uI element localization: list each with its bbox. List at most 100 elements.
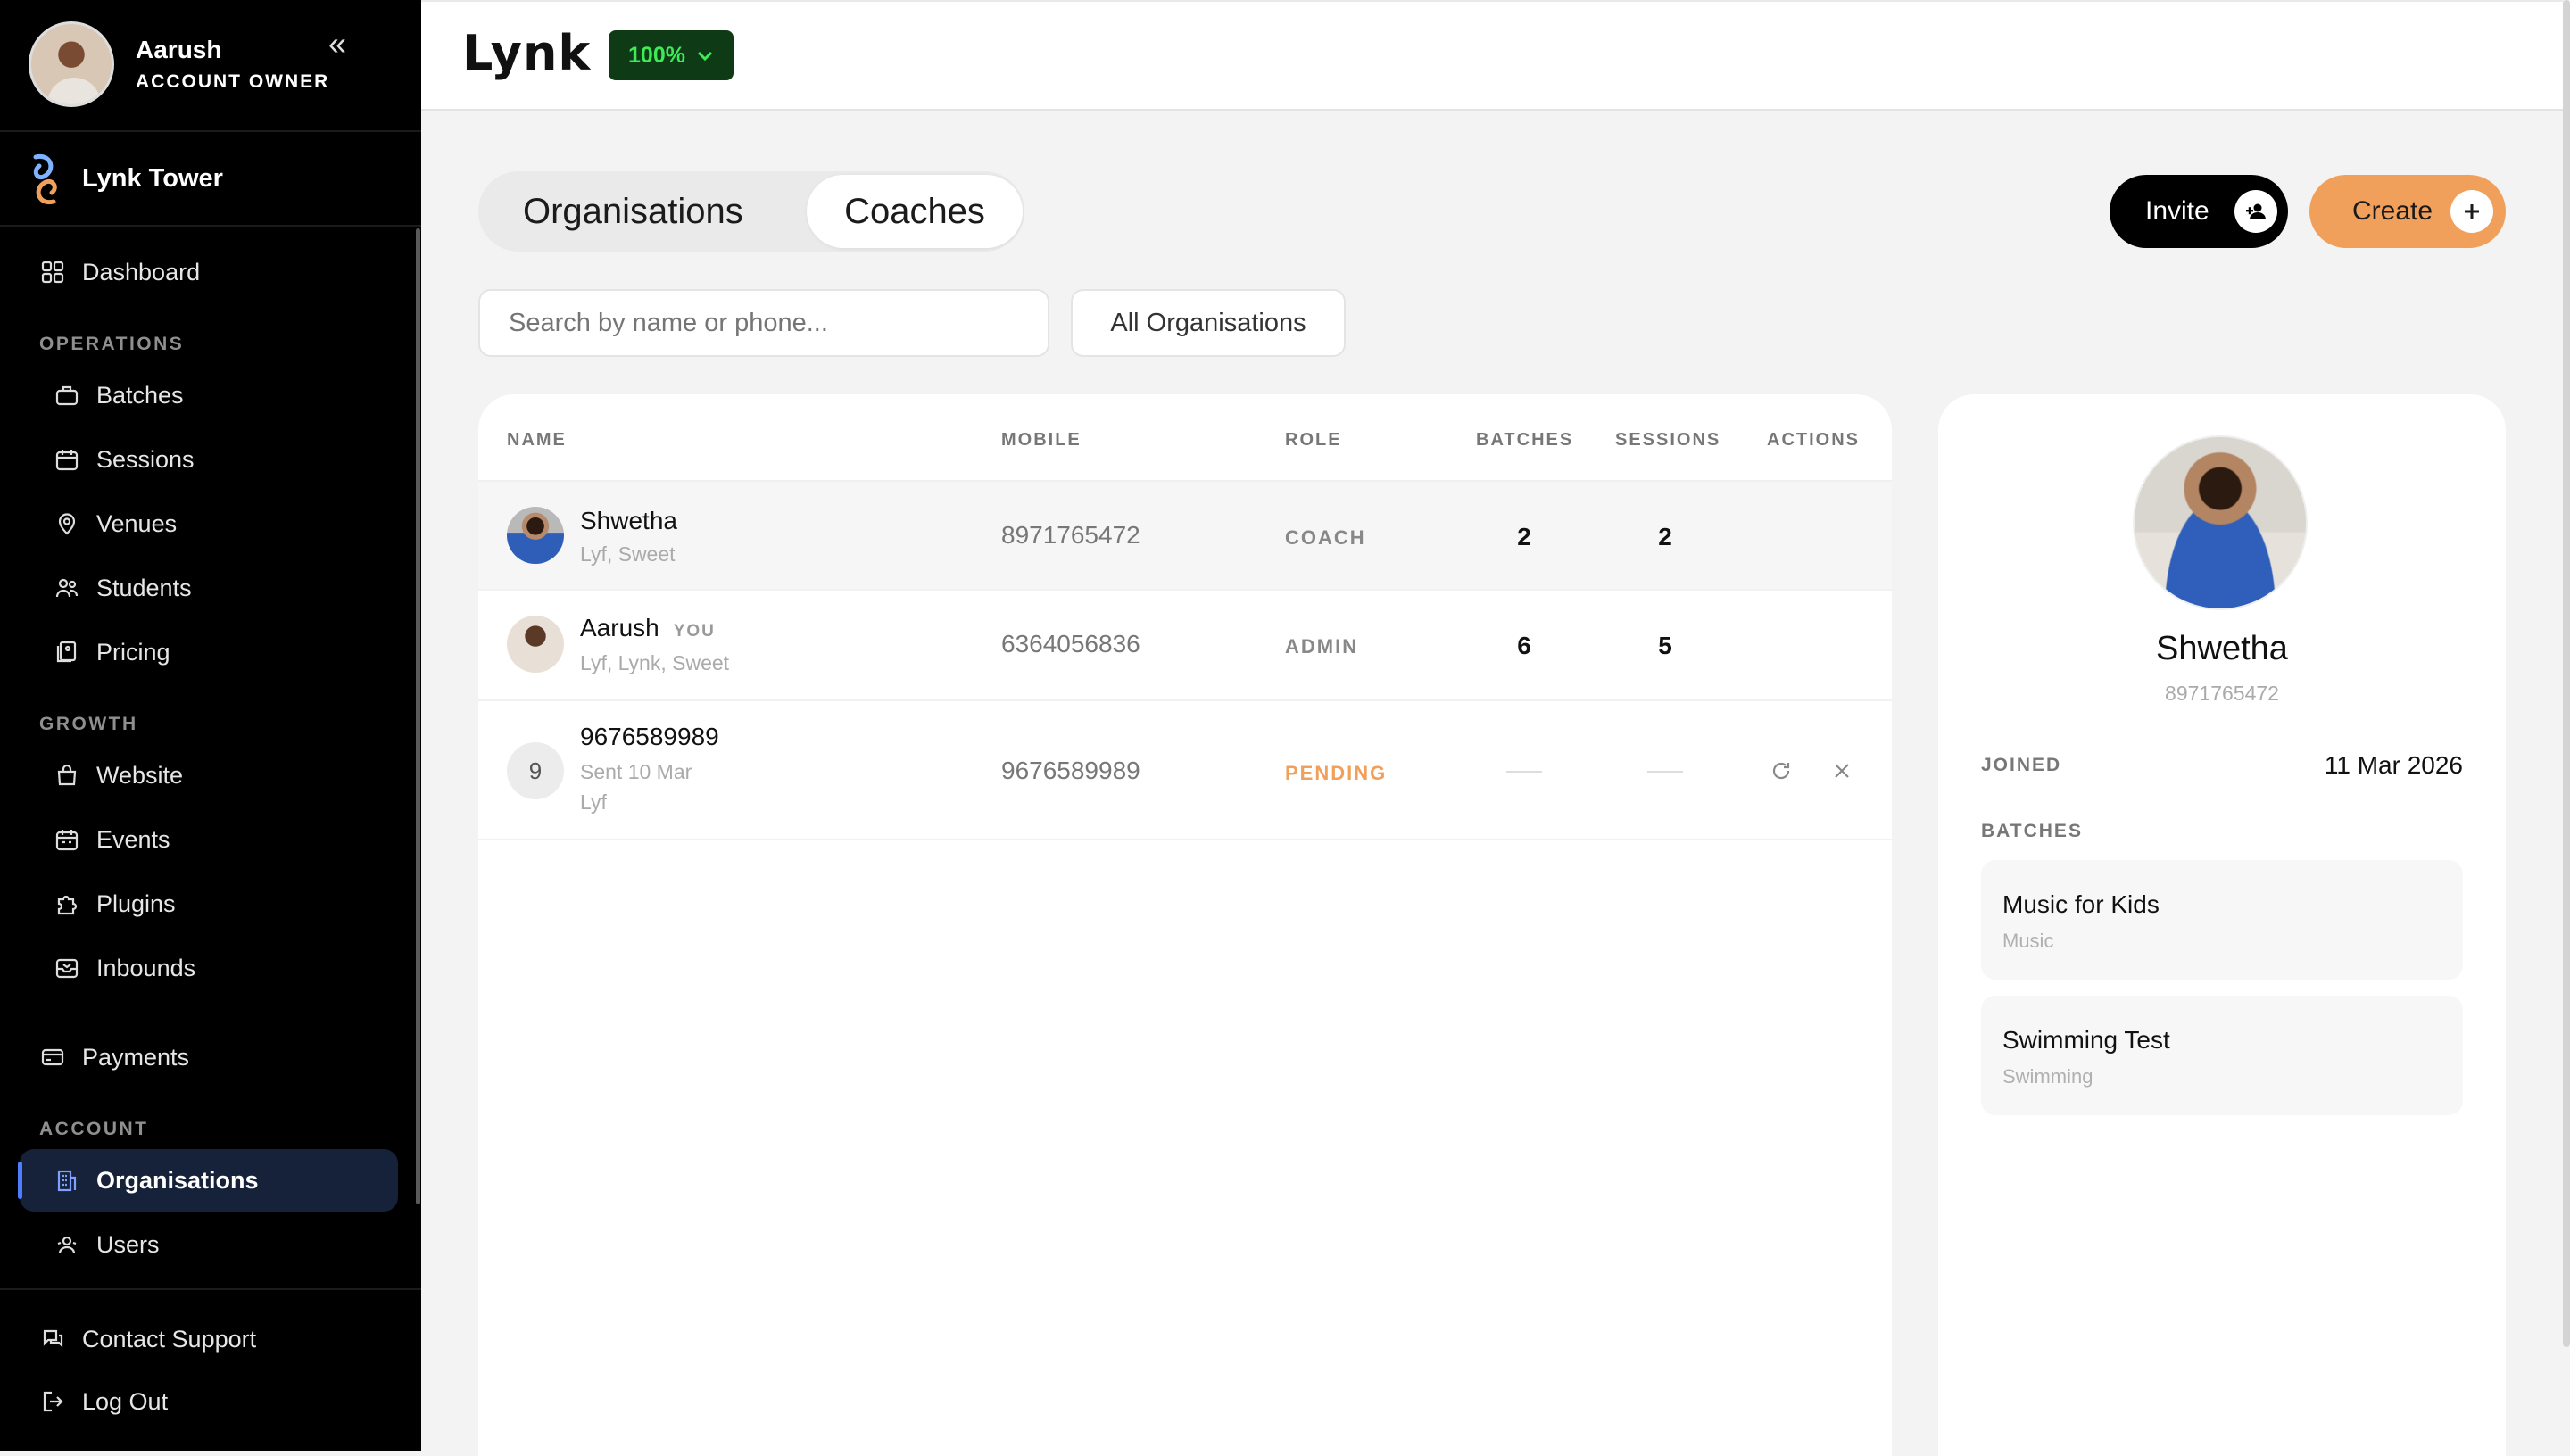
resend-icon[interactable]	[1763, 753, 1799, 789]
create-label: Create	[2352, 196, 2433, 226]
empty-batches	[1506, 771, 1542, 773]
column-header-name: NAME	[507, 430, 567, 450]
column-header-mobile: MOBILE	[1001, 430, 1082, 450]
coach-mobile: 6364056836	[1001, 630, 1140, 658]
avatar	[29, 21, 114, 107]
avatar	[507, 507, 564, 564]
briefcase-icon	[54, 382, 80, 409]
session-count: 2	[1658, 523, 1672, 550]
table-row[interactable]: Shwetha Lyf, Sweet 8971765472 COACH 2 2	[478, 482, 1892, 591]
users-icon	[54, 575, 80, 601]
location-pin-icon	[54, 510, 80, 537]
tab-label: Coaches	[844, 191, 985, 231]
table-row[interactable]: 9 9676589989 Sent 10 Mar Lyf 9676589989 …	[478, 701, 1892, 840]
coach-name: Shwetha	[580, 507, 677, 534]
calendar-event-icon	[54, 826, 80, 853]
batches-label: BATCHES	[1981, 821, 2083, 841]
tab-coaches[interactable]: Coaches	[807, 175, 1023, 248]
sidebar-item-label: Users	[96, 1230, 160, 1258]
avatar	[2133, 435, 2308, 610]
section-label-growth: GROWTH	[39, 714, 138, 734]
sidebar-item-label: Inbounds	[96, 954, 196, 981]
sidebar-item-sessions[interactable]: Sessions	[20, 428, 398, 491]
sidebar-item-contact-support[interactable]: Contact Support	[20, 1308, 398, 1370]
search-input[interactable]	[478, 289, 1049, 357]
zoom-value: 100%	[628, 42, 685, 68]
batch-count: 6	[1517, 632, 1531, 659]
collapse-sidebar-icon[interactable]: «	[328, 25, 346, 62]
section-label-account: ACCOUNT	[39, 1119, 149, 1139]
column-header-role: ROLE	[1285, 430, 1342, 450]
sidebar-item-website[interactable]: Website	[20, 744, 398, 807]
sidebar-item-label: Organisations	[96, 1166, 259, 1194]
sidebar-item-students[interactable]: Students	[20, 557, 398, 619]
column-header-batches: BATCHES	[1476, 430, 1574, 450]
sidebar-item-label: Batches	[96, 381, 184, 409]
top-bar: Lynk 100%	[421, 0, 2563, 111]
invite-phone: 9676589989	[580, 723, 719, 750]
user-role: ACCOUNT OWNER	[136, 71, 330, 92]
page-scrollbar[interactable]	[2563, 0, 2570, 1347]
sidebar-item-venues[interactable]: Venues	[20, 492, 398, 555]
you-badge: YOU	[673, 622, 716, 641]
tab-label: Organisations	[523, 191, 743, 231]
detail-name: Shwetha	[2156, 630, 2288, 667]
coach-name: Aarush	[580, 614, 659, 641]
user-profile[interactable]: Aarush ACCOUNT OWNER	[29, 21, 403, 111]
sidebar-item-label: Payments	[82, 1043, 190, 1071]
avatar-initial: 9	[507, 742, 564, 799]
inbox-icon	[54, 955, 80, 981]
zoom-dropdown[interactable]: 100%	[609, 30, 734, 80]
plus-icon	[2450, 190, 2493, 233]
batch-subtitle: Music	[2002, 930, 2054, 952]
invite-sent-date: Sent 10 Mar	[580, 760, 692, 783]
divider	[0, 225, 421, 227]
batch-count: 2	[1517, 523, 1531, 550]
chat-support-icon	[39, 1326, 66, 1353]
coach-orgs: Lyf, Sweet	[580, 542, 676, 566]
sidebar-item-plugins[interactable]: Plugins	[20, 873, 398, 935]
sidebar-item-label: Venues	[96, 509, 178, 537]
invite-button[interactable]: Invite	[2110, 175, 2288, 248]
filter-label: All Organisations	[1110, 308, 1306, 337]
credit-card-icon	[39, 1044, 66, 1071]
organisation-filter-dropdown[interactable]: All Organisations	[1071, 289, 1346, 357]
coach-orgs: Lyf, Lynk, Sweet	[580, 651, 730, 674]
sidebar-item-users[interactable]: Users	[20, 1213, 398, 1276]
sidebar-item-batches[interactable]: Batches	[20, 364, 398, 426]
app-logo: Lynk	[462, 25, 592, 81]
create-button[interactable]: Create	[2309, 175, 2506, 248]
table-row[interactable]: Aarush YOU Lyf, Lynk, Sweet 6364056836 AD…	[478, 591, 1892, 701]
close-icon[interactable]	[1824, 753, 1860, 789]
batch-card[interactable]: Music for Kids Music	[1981, 860, 2463, 980]
sidebar-item-organisations[interactable]: Organisations	[18, 1149, 398, 1212]
sidebar-item-payments[interactable]: Payments	[20, 1026, 398, 1088]
joined-date: 11 Mar 2026	[2324, 751, 2463, 779]
batch-card[interactable]: Swimming Test Swimming	[1981, 996, 2463, 1115]
batch-title: Swimming Test	[2002, 1026, 2170, 1054]
shopping-bag-icon	[54, 762, 80, 789]
sidebar-item-label: Website	[96, 761, 184, 789]
status-badge: PENDING	[1285, 762, 1388, 784]
coach-orgs: Lyf	[580, 790, 607, 814]
column-header-actions: ACTIONS	[1767, 430, 1860, 450]
sidebar-item-inbounds[interactable]: Inbounds	[20, 937, 398, 999]
tab-group: Organisations Coaches	[478, 171, 1024, 252]
empty-sessions	[1647, 771, 1683, 773]
sidebar-item-events[interactable]: Events	[20, 808, 398, 871]
sidebar-scrollbar[interactable]	[416, 228, 420, 1204]
joined-label: JOINED	[1981, 755, 2062, 775]
user-name: Aarush	[136, 36, 222, 63]
coaches-table: NAME MOBILE ROLE BATCHES SESSIONS ACTION…	[478, 394, 1892, 1456]
sidebar-item-label: Dashboard	[82, 258, 201, 285]
grid-icon	[39, 259, 66, 285]
sidebar-item-dashboard[interactable]: Dashboard	[20, 241, 398, 303]
add-user-icon	[2234, 190, 2277, 233]
sidebar: Aarush ACCOUNT OWNER « Lynk Tower Dashbo…	[0, 0, 421, 1451]
detail-phone: 8971765472	[2165, 682, 2279, 705]
sidebar-item-label: Sessions	[96, 445, 195, 473]
coach-role: ADMIN	[1285, 635, 1359, 658]
coach-mobile: 9676589989	[1001, 757, 1140, 784]
sidebar-item-logout[interactable]: Log Out	[20, 1370, 398, 1433]
sidebar-item-pricing[interactable]: Pricing	[20, 621, 398, 683]
